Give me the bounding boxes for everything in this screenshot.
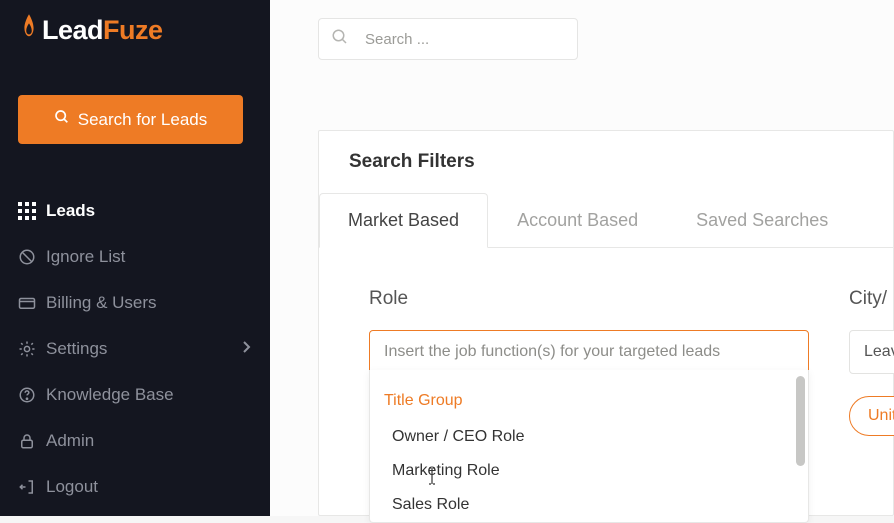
unit-pill-button[interactable]: Unit: [849, 396, 894, 436]
sidebar-item-logout[interactable]: Logout: [0, 464, 270, 510]
brand-text: LeadFuze: [42, 15, 163, 46]
brand-logo: LeadFuze: [0, 14, 270, 47]
sidebar: LeadFuze Search for Leads Leads Ignore L…: [0, 0, 270, 516]
main-area: Search Filters Market Based Account Base…: [270, 0, 894, 516]
form-area: Role Title Group Owner / CEO Role Market…: [319, 248, 893, 476]
dropdown-item[interactable]: Marketing Role: [370, 454, 808, 488]
search-filters-panel: Search Filters Market Based Account Base…: [318, 130, 894, 516]
dropdown-group-label: Title Group: [370, 370, 808, 420]
pill-label: Unit: [868, 407, 894, 424]
tab-market-based[interactable]: Market Based: [319, 193, 488, 248]
sidebar-item-leads[interactable]: Leads: [0, 188, 270, 234]
sidebar-item-billing-users[interactable]: Billing & Users: [0, 280, 270, 326]
search-icon: [331, 28, 349, 51]
city-label: City/: [849, 288, 894, 310]
dropdown-item[interactable]: Sales Role: [370, 488, 808, 522]
block-icon: [18, 248, 46, 266]
scrollbar-thumb[interactable]: [796, 376, 805, 466]
tab-label: Market Based: [348, 210, 459, 230]
sidebar-item-settings[interactable]: Settings: [0, 326, 270, 372]
sidebar-item-admin[interactable]: Admin: [0, 418, 270, 464]
sidebar-item-ignore-list[interactable]: Ignore List: [0, 234, 270, 280]
gear-icon: [18, 340, 46, 358]
tab-label: Saved Searches: [696, 210, 828, 230]
city-input[interactable]: [849, 330, 894, 374]
question-icon: [18, 386, 46, 404]
lock-icon: [18, 432, 46, 450]
tab-label: Account Based: [517, 210, 638, 230]
search-for-leads-label: Search for Leads: [78, 110, 207, 130]
sidebar-item-label: Settings: [46, 339, 107, 359]
role-dropdown: Title Group Owner / CEO Role Marketing R…: [369, 370, 809, 523]
sidebar-item-label: Leads: [46, 201, 95, 221]
panel-title: Search Filters: [319, 131, 893, 193]
sidebar-item-knowledge-base[interactable]: Knowledge Base: [0, 372, 270, 418]
role-input[interactable]: [369, 330, 809, 374]
global-search-input[interactable]: [365, 31, 565, 48]
tab-saved-searches[interactable]: Saved Searches: [667, 193, 857, 248]
logout-icon: [18, 478, 46, 496]
search-for-leads-button[interactable]: Search for Leads: [18, 95, 243, 144]
search-icon: [54, 109, 70, 130]
dropdown-item[interactable]: Owner / CEO Role: [370, 420, 808, 454]
sidebar-item-label: Knowledge Base: [46, 385, 174, 405]
card-icon: [18, 294, 46, 312]
role-label: Role: [369, 288, 809, 310]
city-column: City/ Unit: [849, 288, 894, 436]
sidebar-item-label: Admin: [46, 431, 94, 451]
tabs: Market Based Account Based Saved Searche…: [319, 193, 893, 248]
sidebar-item-label: Logout: [46, 477, 98, 497]
tab-account-based[interactable]: Account Based: [488, 193, 667, 248]
flame-icon: [18, 14, 40, 47]
sidebar-item-label: Billing & Users: [46, 293, 157, 313]
grid-icon: [18, 202, 46, 220]
global-search[interactable]: [318, 18, 578, 60]
role-column: Role Title Group Owner / CEO Role Market…: [369, 288, 809, 436]
sidebar-item-label: Ignore List: [46, 247, 125, 267]
chevron-right-icon: [242, 339, 252, 359]
